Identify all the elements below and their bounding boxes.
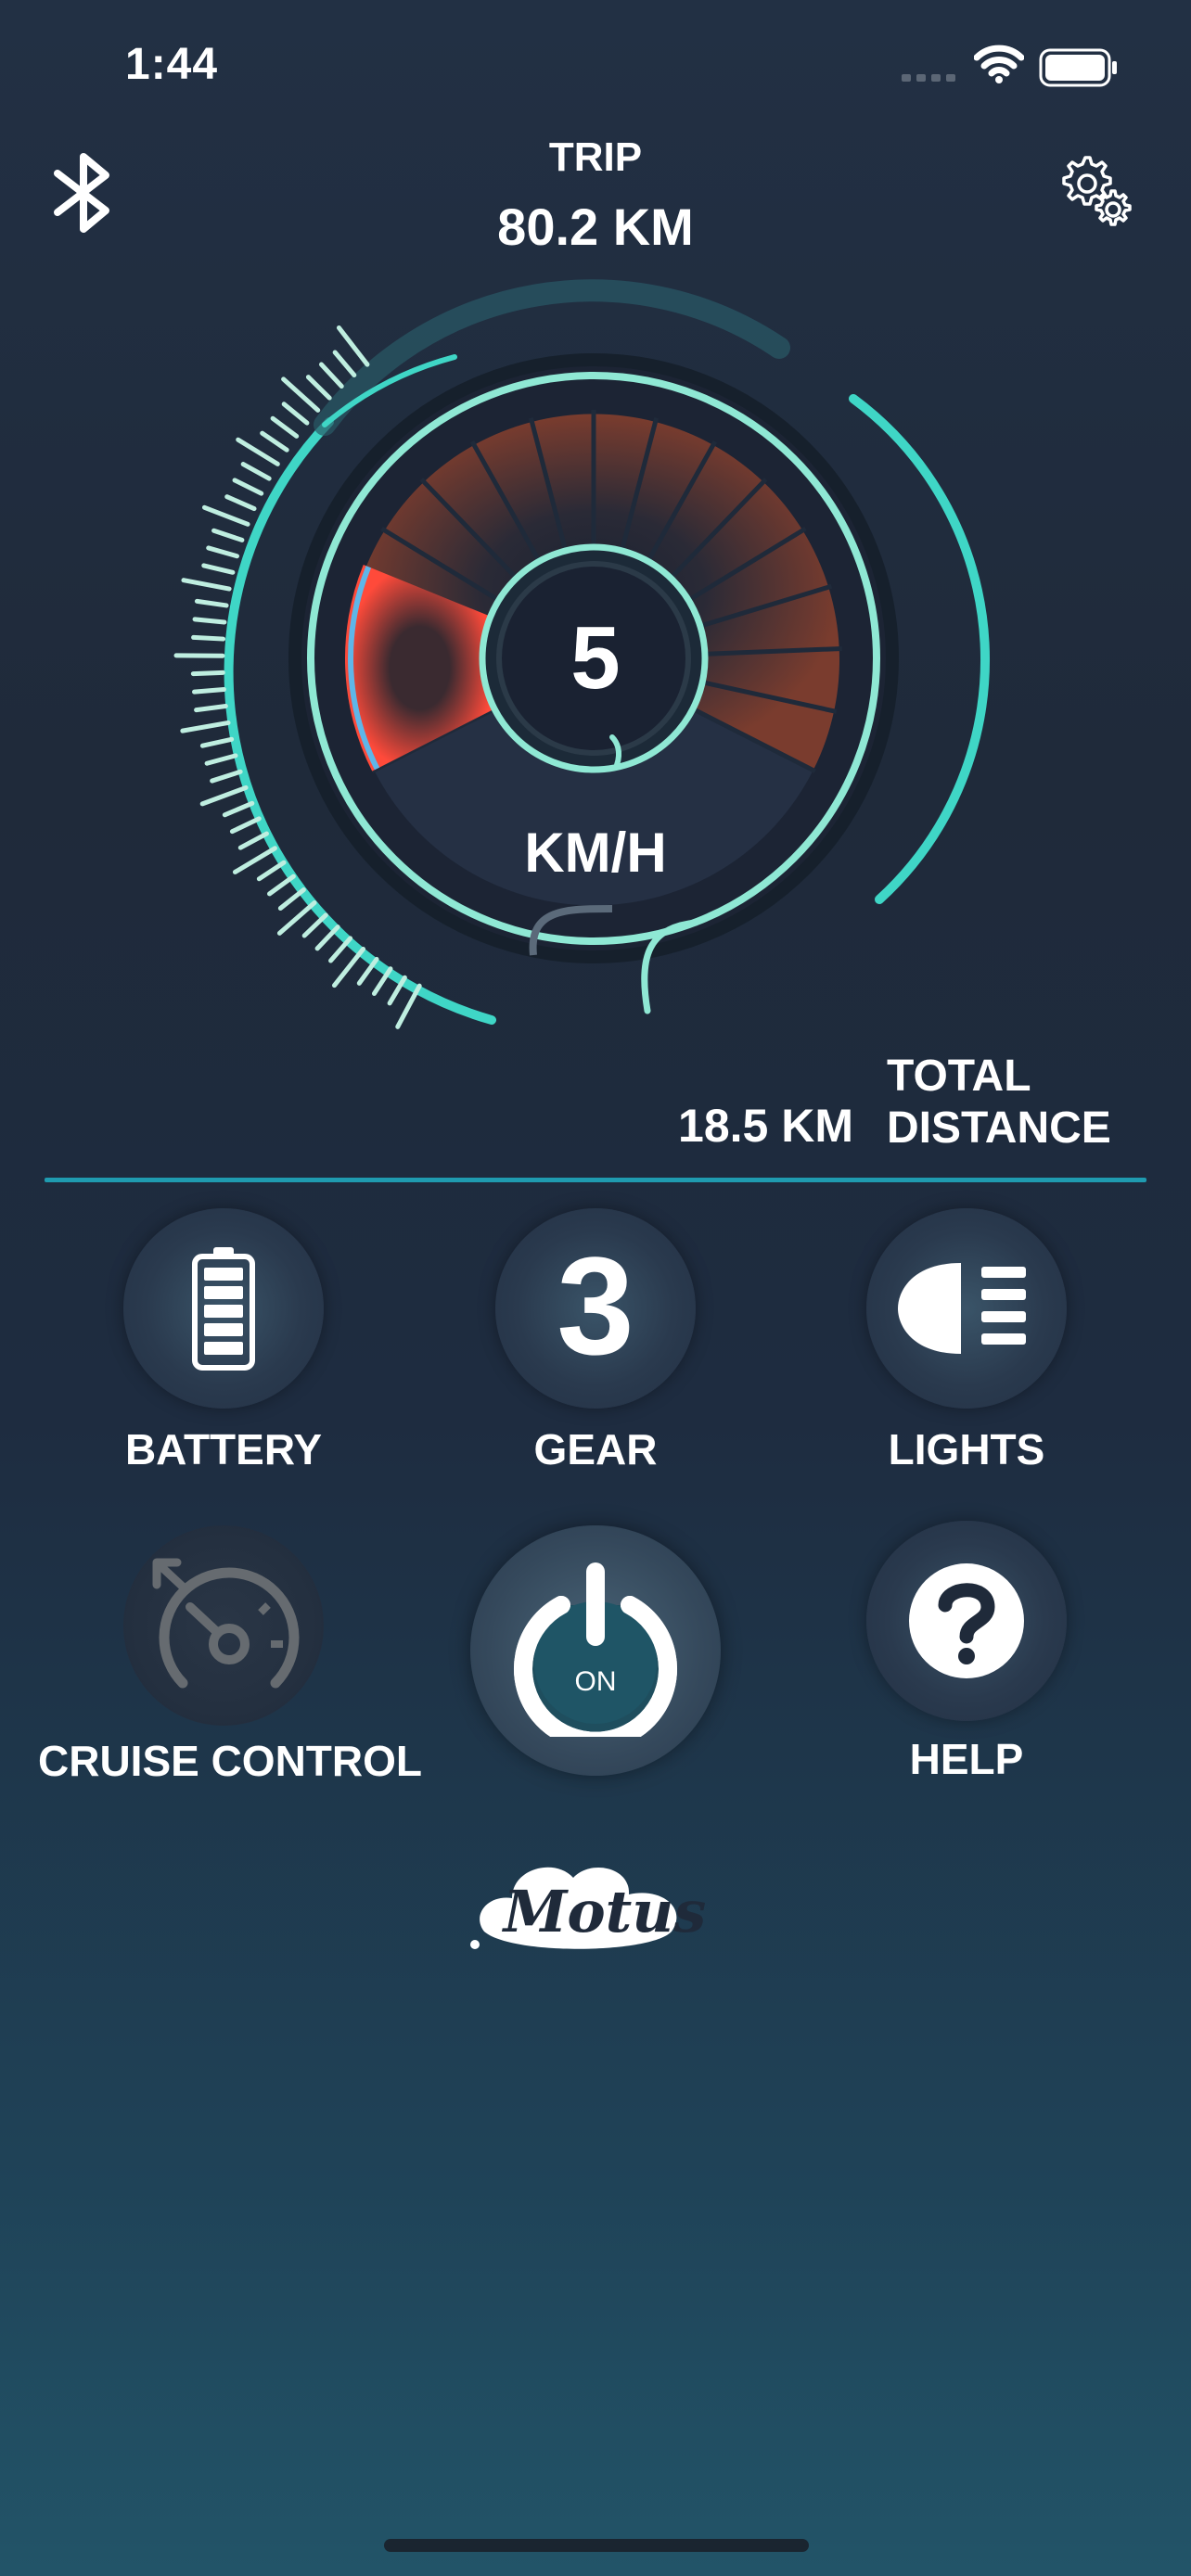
home-indicator xyxy=(384,2539,809,2552)
cruise-control-tile[interactable] xyxy=(123,1525,324,1726)
cruise-control-icon xyxy=(152,1558,300,1689)
tick-mark xyxy=(395,983,422,1029)
gear-value: 3 xyxy=(557,1228,634,1384)
tick-mark xyxy=(206,545,239,559)
battery-tile[interactable] xyxy=(123,1208,324,1409)
tick-mark xyxy=(222,800,255,818)
cellular-signal-icon xyxy=(902,74,955,82)
gear-label: GEAR xyxy=(533,1425,658,1473)
help-label: HELP xyxy=(909,1735,1024,1783)
tick-mark xyxy=(318,362,344,389)
speed-value: 5 xyxy=(570,608,621,708)
speed-unit: KM/H xyxy=(524,822,667,884)
tick-mark xyxy=(204,753,238,766)
tick-mark xyxy=(199,736,235,748)
tick-mark xyxy=(201,563,236,575)
trip-value: 80.2 KM xyxy=(497,198,694,256)
tick-mark xyxy=(199,784,249,807)
total-distance-label: TOTAL DISTANCE xyxy=(887,1051,1128,1154)
tick-mark xyxy=(314,925,340,951)
tick-mark xyxy=(210,769,243,784)
cruise-control-label: CRUISE CONTROL xyxy=(38,1737,422,1785)
lights-label: LIGHTS xyxy=(888,1425,1045,1473)
battery-icon xyxy=(192,1247,255,1371)
tick-mark xyxy=(256,860,287,882)
tick-mark xyxy=(237,831,269,850)
tick-mark xyxy=(229,816,262,835)
battery-status-icon xyxy=(1039,48,1117,87)
tick-mark xyxy=(192,617,227,625)
trip-label: TRIP xyxy=(548,134,643,180)
tick-mark xyxy=(211,528,245,542)
tick-mark xyxy=(194,704,228,713)
tick-mark xyxy=(232,478,264,496)
power-button[interactable]: ON xyxy=(470,1525,721,1776)
tick-mark xyxy=(240,462,272,481)
tick-mark xyxy=(224,494,257,512)
tick-mark xyxy=(201,504,250,527)
tick-mark xyxy=(281,402,310,426)
svg-text:Motus: Motus xyxy=(502,1878,707,1945)
status-time: 1:44 xyxy=(125,40,219,89)
tick-mark xyxy=(305,375,332,401)
total-distance-value: 18.5 KM xyxy=(678,1100,853,1152)
total-distance-label-line1: TOTAL xyxy=(887,1052,1031,1101)
tick-mark xyxy=(191,634,226,642)
battery-label: BATTERY xyxy=(124,1425,323,1473)
help-question-icon xyxy=(909,1563,1024,1678)
tick-mark xyxy=(232,846,277,874)
tick-mark xyxy=(267,874,296,897)
total-distance-label-line2: DISTANCE xyxy=(887,1103,1111,1153)
tick-mark xyxy=(192,686,226,695)
tick-mark xyxy=(194,598,229,608)
tick-mark xyxy=(236,437,280,466)
tick-mark xyxy=(332,350,357,377)
tick-mark xyxy=(270,415,300,439)
settings-gear-icon[interactable] xyxy=(1050,148,1139,237)
power-state-label: ON xyxy=(574,1666,617,1697)
power-icon xyxy=(514,1562,677,1737)
divider xyxy=(45,1178,1146,1182)
headlight-icon xyxy=(898,1263,1026,1354)
motus-logo: Motus xyxy=(470,1867,707,1949)
tick-mark xyxy=(190,670,225,677)
tick-mark xyxy=(277,887,306,912)
tick-mark xyxy=(181,578,232,592)
gear-tile[interactable]: 3 xyxy=(495,1208,696,1409)
tick-mark xyxy=(301,912,328,938)
tick-mark xyxy=(180,720,231,733)
tick-mark xyxy=(260,430,289,453)
tick-mark xyxy=(328,936,353,963)
help-tile[interactable] xyxy=(866,1521,1067,1721)
lights-tile[interactable] xyxy=(866,1208,1067,1409)
wifi-icon xyxy=(974,45,1024,83)
